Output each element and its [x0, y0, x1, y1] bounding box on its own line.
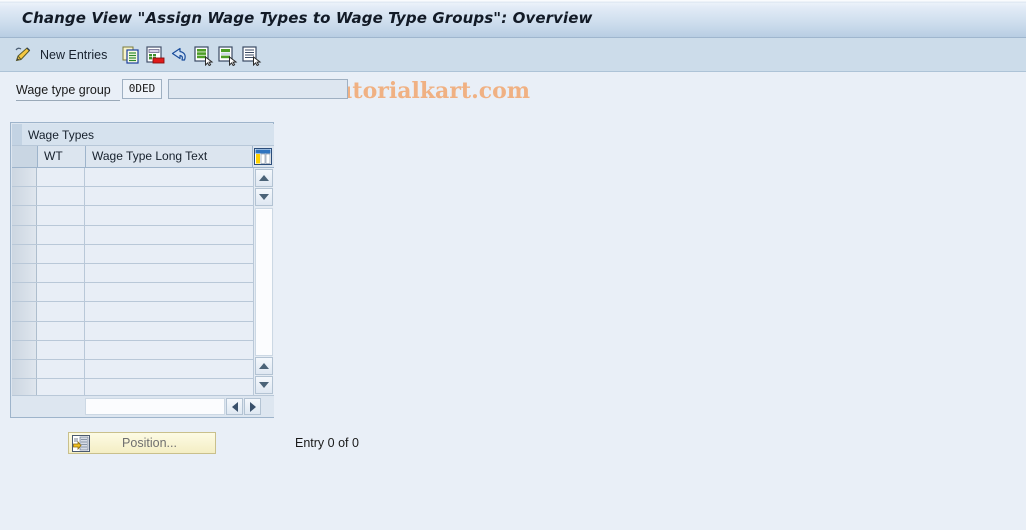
cell-wt[interactable] [38, 283, 85, 302]
table-body [12, 168, 274, 395]
position-icon [72, 434, 90, 452]
cell-wt[interactable] [38, 187, 85, 206]
row-select-cell[interactable] [12, 302, 37, 321]
row-select-cell[interactable] [12, 168, 37, 187]
wage-type-group-text-field[interactable] [168, 79, 348, 99]
vertical-scroll-track[interactable] [255, 208, 273, 356]
cell-long-text[interactable] [86, 264, 253, 282]
new-entries-button[interactable]: New Entries [40, 38, 107, 72]
cell-wt[interactable] [38, 321, 85, 340]
label-underline [16, 100, 120, 101]
cell-wt[interactable] [38, 244, 85, 263]
copy-glyph [122, 46, 139, 64]
position-button-label: Position... [122, 436, 177, 450]
row-select-cell[interactable] [12, 187, 37, 206]
row-select-cell[interactable] [12, 340, 37, 359]
table-row[interactable] [12, 379, 253, 395]
scroll-page-up-icon[interactable] [255, 357, 273, 375]
application-toolbar: New Entries www.tutorialkart.com [0, 38, 1026, 104]
delete-glyph [146, 46, 165, 64]
table-settings-icon[interactable] [253, 146, 274, 167]
table-row[interactable] [12, 225, 253, 245]
position-button[interactable]: Position... [68, 432, 216, 454]
table-title-stub [12, 124, 22, 145]
select-all-icon[interactable] [192, 38, 214, 72]
cell-wt[interactable] [38, 302, 85, 321]
window-title-bar: Change View "Assign Wage Types to Wage T… [0, 0, 1026, 38]
wage-types-table: Wage Types WT Wage Type Long Text [10, 122, 274, 418]
cell-wt[interactable] [38, 340, 85, 359]
pencil-glyph [15, 47, 31, 62]
scroll-up-icon[interactable] [255, 169, 273, 187]
scroll-left-icon[interactable] [226, 398, 243, 415]
deselect-all-glyph [218, 46, 238, 66]
display-change-pencil-icon[interactable] [12, 38, 34, 72]
table-header-row: WT Wage Type Long Text [12, 146, 274, 168]
title-bar-highlight [0, 0, 1026, 3]
row-select-cell[interactable] [12, 244, 37, 263]
table-row[interactable] [12, 264, 253, 284]
row-select-cell[interactable] [12, 264, 37, 283]
cell-wt[interactable] [38, 225, 85, 244]
delete-icon[interactable] [144, 38, 166, 72]
cell-long-text[interactable] [86, 283, 253, 301]
cell-long-text[interactable] [86, 341, 253, 359]
row-select-cell[interactable] [12, 321, 37, 340]
row-select-cell[interactable] [12, 206, 37, 225]
scroll-down-icon[interactable] [255, 188, 273, 206]
table-row[interactable] [12, 206, 253, 226]
page-title: Change View "Assign Wage Types to Wage T… [22, 9, 593, 27]
cell-wt[interactable] [38, 360, 85, 379]
cell-wt[interactable] [38, 264, 85, 283]
new-entries-label: New Entries [40, 48, 108, 62]
selection-glyph [242, 46, 262, 66]
wage-type-group-row: Wage type group 0DED [0, 78, 420, 106]
cell-long-text[interactable] [86, 187, 253, 205]
cell-wt[interactable] [38, 379, 85, 395]
select-all-glyph [194, 46, 214, 66]
cell-long-text[interactable] [86, 322, 253, 340]
undo-icon[interactable] [168, 38, 190, 72]
row-select-cell[interactable] [12, 379, 37, 395]
cell-wt[interactable] [38, 206, 85, 225]
table-row[interactable] [12, 321, 253, 341]
table-row[interactable] [12, 168, 253, 188]
table-row[interactable] [12, 360, 253, 380]
undo-glyph [171, 47, 186, 61]
table-row[interactable] [12, 302, 253, 322]
table-row[interactable] [12, 187, 253, 207]
column-header-wt[interactable]: WT [38, 146, 86, 167]
table-title-label: Wage Types [28, 128, 95, 142]
vertical-scrollbar[interactable] [253, 168, 273, 395]
table-row[interactable] [12, 244, 253, 264]
cell-long-text[interactable] [86, 302, 253, 320]
cell-long-text[interactable] [86, 245, 253, 263]
horizontal-scrollbar[interactable] [12, 395, 274, 417]
copy-as-icon[interactable] [120, 38, 142, 72]
column-header-long-text[interactable]: Wage Type Long Text [86, 146, 253, 167]
horizontal-scroll-track[interactable] [85, 398, 225, 415]
entry-count-label: Entry 0 of 0 [295, 436, 359, 450]
row-select-cell[interactable] [12, 283, 37, 302]
scroll-right-icon[interactable] [244, 398, 261, 415]
cell-long-text[interactable] [86, 226, 253, 244]
scroll-page-down-icon[interactable] [255, 376, 273, 394]
table-row[interactable] [12, 340, 253, 360]
table-title-bar: Wage Types [12, 124, 274, 146]
deselect-all-icon[interactable] [216, 38, 238, 72]
table-settings-glyph [254, 148, 272, 165]
row-select-cell[interactable] [12, 225, 37, 244]
cell-wt[interactable] [38, 168, 85, 187]
cell-long-text[interactable] [86, 360, 253, 378]
wage-type-group-key-field[interactable]: 0DED [122, 79, 162, 99]
selection-icon[interactable] [240, 38, 262, 72]
column-header-select-all[interactable] [12, 146, 38, 167]
cell-long-text[interactable] [86, 379, 253, 395]
cell-long-text[interactable] [86, 206, 253, 224]
cell-long-text[interactable] [86, 168, 253, 186]
table-row[interactable] [12, 283, 253, 303]
row-select-cell[interactable] [12, 360, 37, 379]
wage-type-group-label: Wage type group [16, 83, 111, 97]
